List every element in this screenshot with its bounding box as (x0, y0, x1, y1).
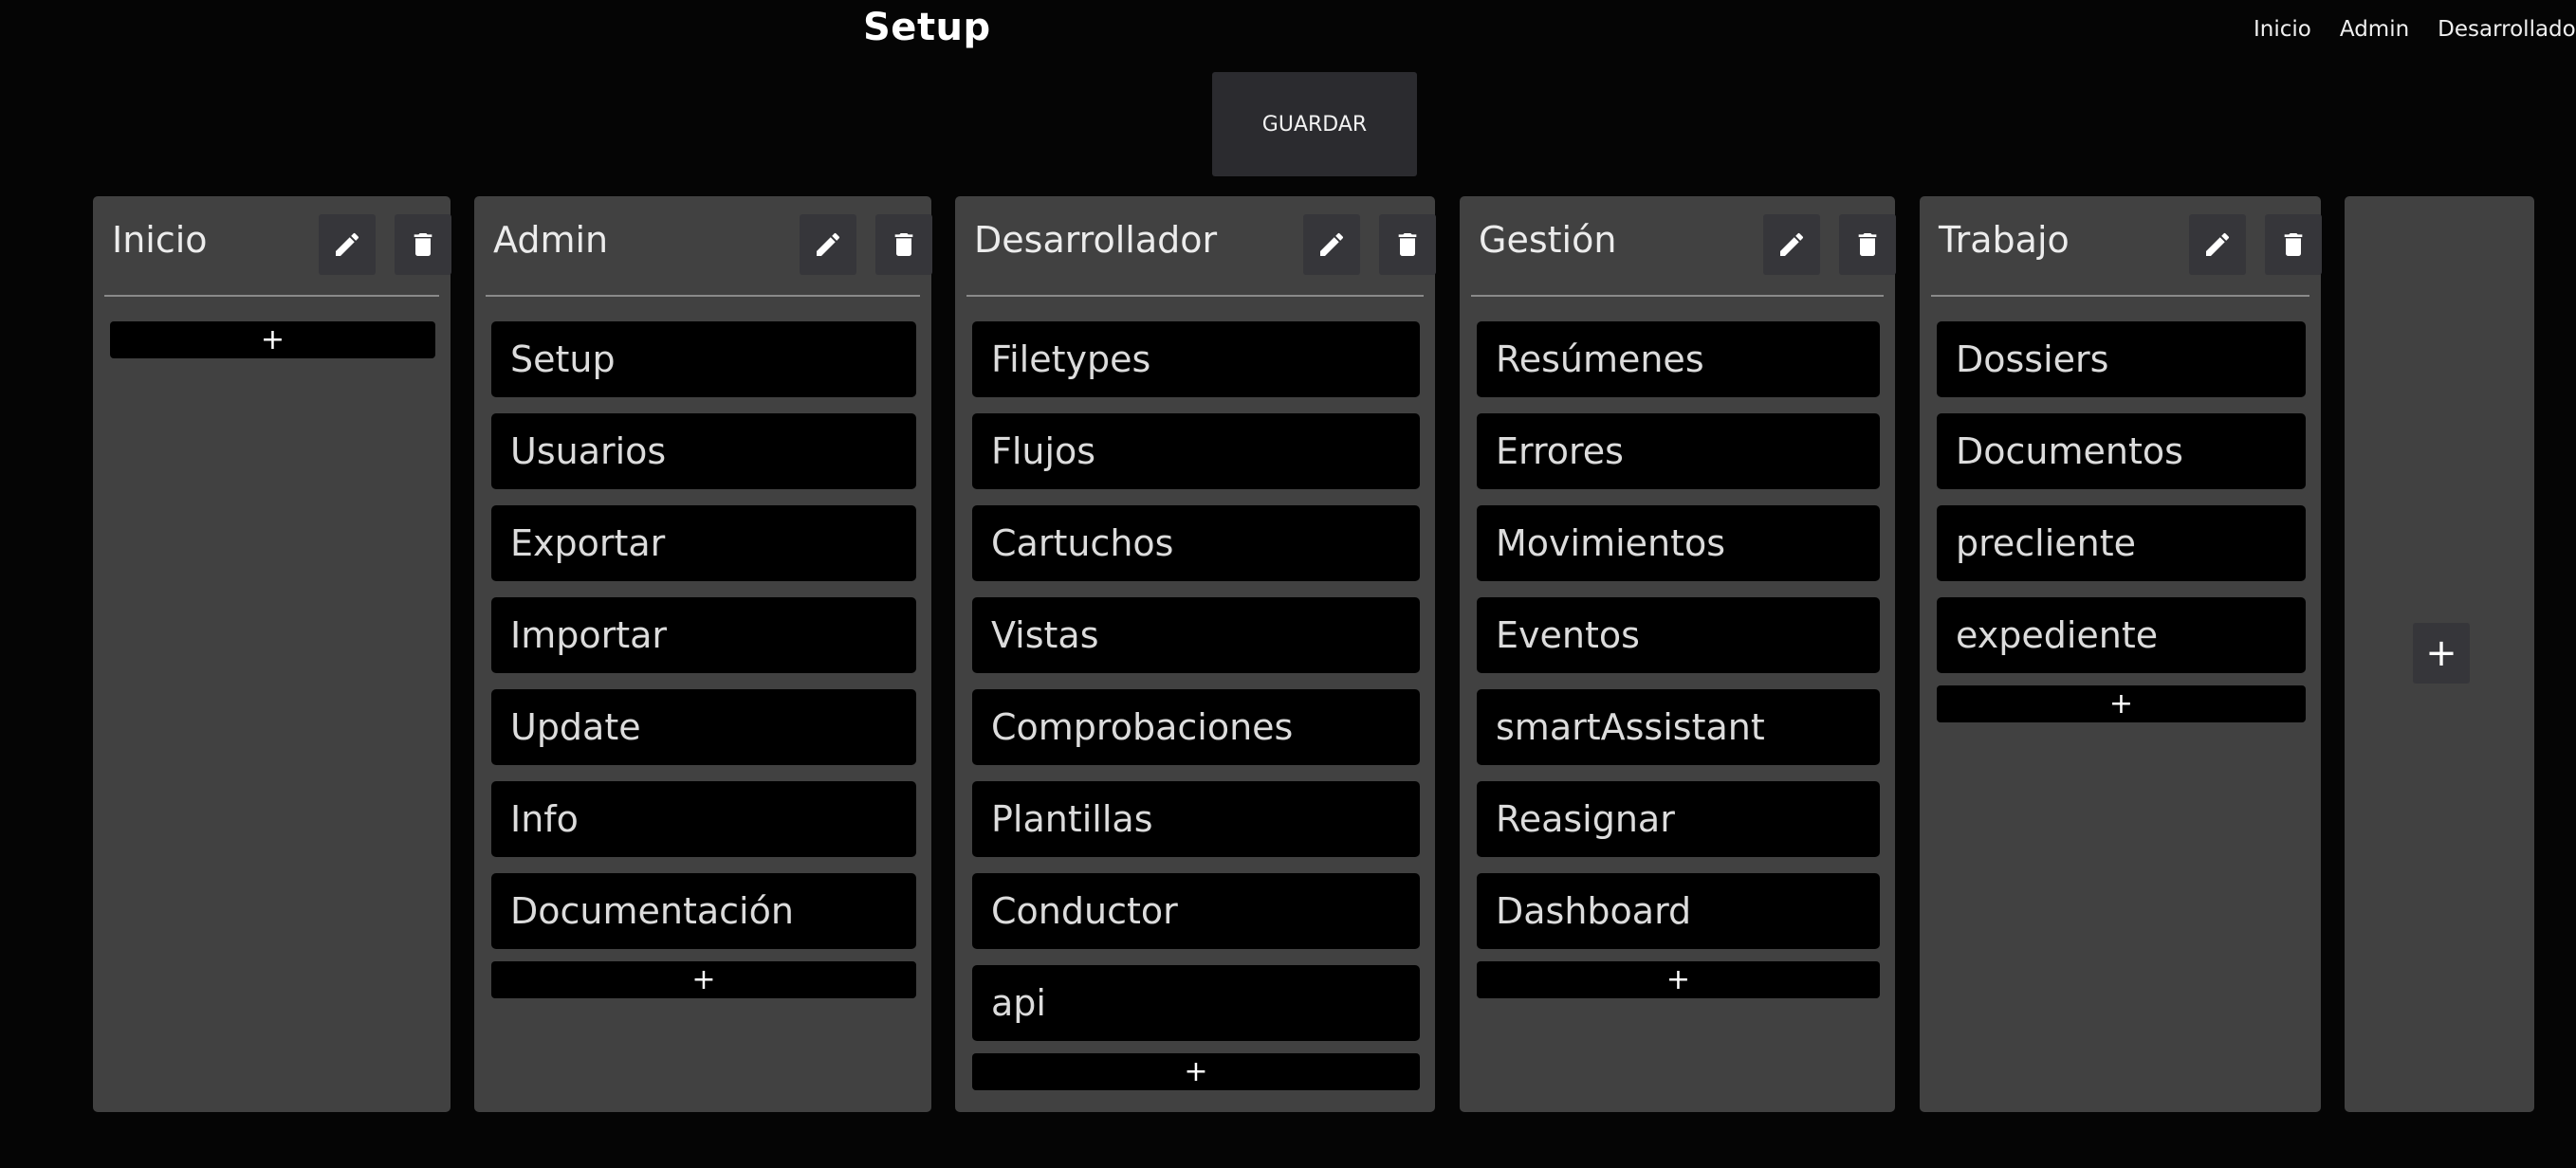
trash-icon (889, 229, 919, 260)
menu-item[interactable]: Reasignar (1477, 781, 1880, 857)
add-item-button[interactable]: + (491, 961, 916, 998)
menu-item[interactable]: Plantillas (972, 781, 1420, 857)
column-title: Desarrollador (974, 219, 1218, 261)
trash-icon (1852, 229, 1883, 260)
add-column-button[interactable]: + (2413, 623, 2470, 684)
menu-column-trabajo: Trabajo Dossiers Documentos precliente exped… (1920, 196, 2322, 1112)
menu-column-desarrollador: Desarrollador Filetypes Flujos Cartuchos Vis… (955, 196, 1436, 1112)
edit-column-button[interactable] (800, 214, 856, 275)
nav-link-admin[interactable]: Admin (2340, 17, 2409, 42)
pencil-icon (332, 229, 362, 260)
edit-column-button[interactable] (319, 214, 376, 275)
save-button[interactable]: GUARDAR (1212, 72, 1417, 176)
menu-item[interactable]: Movimientos (1477, 505, 1880, 581)
menu-item[interactable]: Dashboard (1477, 873, 1880, 949)
edit-column-button[interactable] (1303, 214, 1360, 275)
add-item-button[interactable]: + (1477, 961, 1880, 998)
menu-item[interactable]: Exportar (491, 505, 916, 581)
menu-item[interactable]: Update (491, 689, 916, 765)
add-item-button[interactable]: + (110, 321, 435, 358)
top-nav-links: Inicio Admin Desarrollador (2254, 17, 2576, 42)
edit-column-button[interactable] (1763, 214, 1820, 275)
trash-icon (408, 229, 438, 260)
menu-column-inicio: Inicio + (93, 196, 451, 1112)
pencil-icon (1776, 229, 1807, 260)
menu-item[interactable]: Dossiers (1937, 321, 2306, 397)
menu-item[interactable]: Setup (491, 321, 916, 397)
menu-item[interactable]: Resúmenes (1477, 321, 1880, 397)
column-items: Setup Usuarios Exportar Importar Update Info D… (491, 321, 916, 998)
delete-column-button[interactable] (875, 214, 932, 275)
menu-item[interactable]: Filetypes (972, 321, 1420, 397)
add-column-panel: + (2345, 196, 2534, 1112)
column-title: Trabajo (1939, 219, 2070, 261)
menu-item[interactable]: Importar (491, 597, 916, 673)
top-nav: Inicio Admin Desarrollador (2254, 0, 2576, 63)
column-header: Gestión (1471, 196, 1896, 297)
pencil-icon (2202, 229, 2233, 260)
menu-column-gestion: Gestión Resúmenes Errores Movimientos Evento… (1460, 196, 1896, 1112)
page-title: Setup (863, 6, 991, 49)
column-header: Desarrollador (966, 196, 1436, 297)
pencil-icon (1316, 229, 1347, 260)
menu-column-admin: Admin Setup Usuarios Exportar Importar Update… (474, 196, 932, 1112)
add-item-button[interactable]: + (972, 1053, 1420, 1090)
menu-item[interactable]: precliente (1937, 505, 2306, 581)
column-header: Admin (486, 196, 932, 297)
edit-column-button[interactable] (2189, 214, 2246, 275)
menu-item[interactable]: Usuarios (491, 413, 916, 489)
column-items: Dossiers Documentos precliente expediente + (1937, 321, 2306, 722)
column-items: + (110, 321, 435, 358)
column-title: Admin (493, 219, 609, 261)
menu-item[interactable]: Flujos (972, 413, 1420, 489)
delete-column-button[interactable] (2265, 214, 2322, 275)
menu-item[interactable]: Eventos (1477, 597, 1880, 673)
column-title: Gestión (1479, 219, 1617, 261)
menu-item[interactable]: api (972, 965, 1420, 1041)
menu-item[interactable]: Vistas (972, 597, 1420, 673)
column-title: Inicio (112, 219, 208, 261)
menu-item[interactable]: Documentos (1937, 413, 2306, 489)
delete-column-button[interactable] (1839, 214, 1896, 275)
add-item-button[interactable]: + (1937, 685, 2306, 722)
column-items: Filetypes Flujos Cartuchos Vistas Comprobaci… (972, 321, 1420, 1090)
nav-link-inicio[interactable]: Inicio (2254, 17, 2311, 42)
column-header: Inicio (104, 196, 451, 297)
menu-item[interactable]: Info (491, 781, 916, 857)
trash-icon (2278, 229, 2309, 260)
delete-column-button[interactable] (1379, 214, 1436, 275)
trash-icon (1392, 229, 1423, 260)
menu-item[interactable]: Cartuchos (972, 505, 1420, 581)
menu-item[interactable]: Conductor (972, 873, 1420, 949)
setup-page: Setup Inicio Admin Desarrollador GUARDAR I… (0, 0, 2576, 1168)
pencil-icon (813, 229, 843, 260)
column-items: Resúmenes Errores Movimientos Eventos smartA… (1477, 321, 1880, 998)
nav-link-desarrollador[interactable]: Desarrollador (2438, 17, 2576, 42)
delete-column-button[interactable] (395, 214, 451, 275)
column-header: Trabajo (1931, 196, 2322, 297)
menu-item[interactable]: Documentación (491, 873, 916, 949)
menu-item[interactable]: smartAssistant (1477, 689, 1880, 765)
menu-item[interactable]: Errores (1477, 413, 1880, 489)
menu-item[interactable]: expediente (1937, 597, 2306, 673)
menu-item[interactable]: Comprobaciones (972, 689, 1420, 765)
